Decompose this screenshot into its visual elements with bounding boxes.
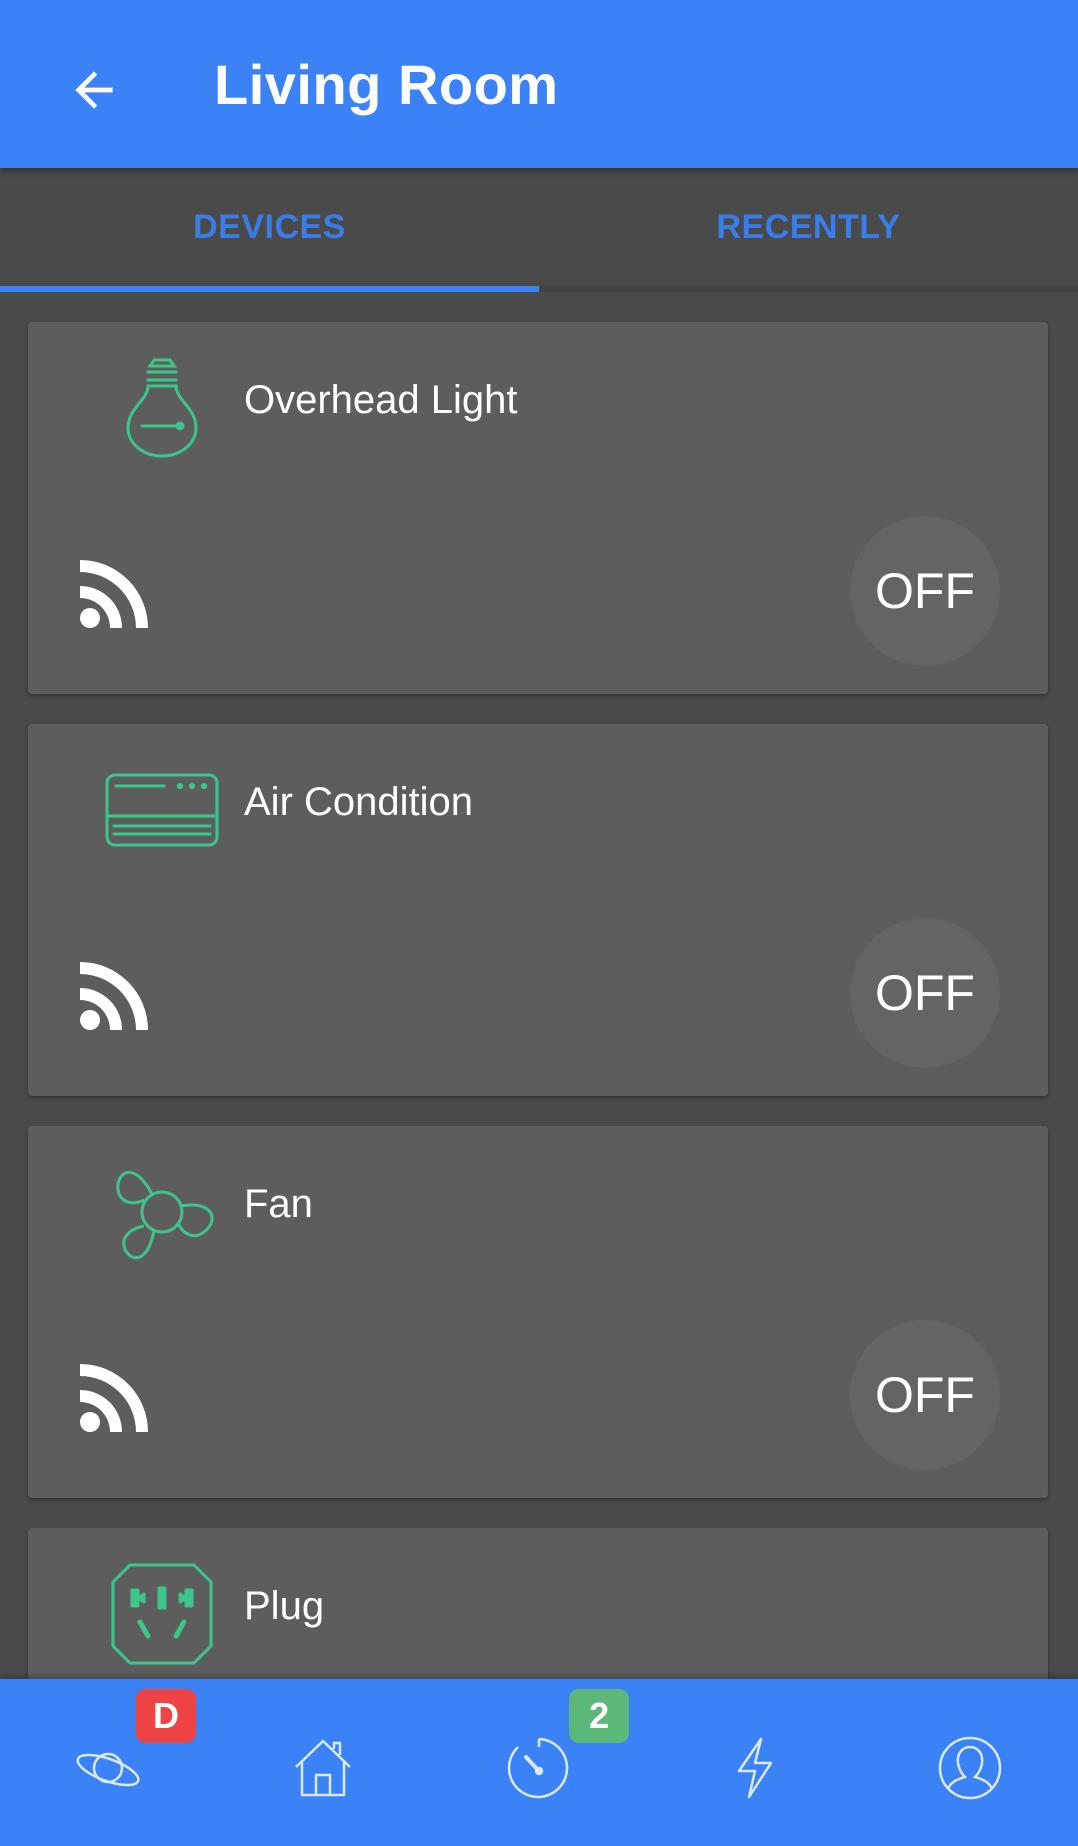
fan-icon (98, 1152, 226, 1272)
device-name: Plug (244, 1584, 325, 1628)
timer-icon (507, 1737, 569, 1798)
app-root: Living Room DEVICES RECENTLY Overhead Li… (0, 0, 1078, 1846)
tab-recently[interactable]: RECENTLY (539, 168, 1078, 286)
power-toggle-button[interactable]: OFF (850, 1320, 1000, 1470)
nav-timer[interactable]: 2 (431, 1679, 647, 1846)
notification-badge: 2 (569, 1689, 630, 1743)
device-name: Fan (244, 1182, 313, 1226)
device-card-air-condition[interactable]: Air Condition OFF (28, 724, 1048, 1096)
tab-devices[interactable]: DEVICES (0, 168, 539, 292)
air-conditioner-icon (98, 750, 226, 870)
back-button[interactable] (58, 54, 130, 126)
device-list: Overhead Light OFF Air Condition OFF Fan… (0, 292, 1078, 1679)
profile-icon (938, 1736, 1002, 1799)
device-card-fan[interactable]: Fan OFF (28, 1126, 1048, 1498)
wifi-signal-icon (80, 962, 148, 1030)
plug-icon (98, 1554, 226, 1674)
home-icon (295, 1739, 352, 1796)
device-name: Overhead Light (244, 378, 518, 422)
page-title: Living Room (214, 53, 559, 116)
device-name: Air Condition (244, 780, 474, 824)
planet-icon (76, 1752, 140, 1786)
lightning-icon (737, 1737, 772, 1798)
nav-profile[interactable] (862, 1679, 1078, 1846)
nav-explore[interactable]: D (0, 1679, 216, 1846)
device-card-overhead-light[interactable]: Overhead Light OFF (28, 322, 1048, 694)
nav-home[interactable] (216, 1679, 432, 1846)
back-arrow-icon (75, 71, 113, 109)
wifi-signal-icon (80, 560, 148, 628)
bottom-navigation: D 2 (0, 1679, 1078, 1846)
tab-bar: DEVICES RECENTLY (0, 168, 1078, 292)
light-bulb-icon (98, 348, 226, 468)
nav-energy[interactable] (647, 1679, 863, 1846)
wifi-signal-icon (80, 1364, 148, 1432)
notification-badge: D (136, 1689, 196, 1743)
app-bar: Living Room (0, 0, 1078, 168)
device-card-plug[interactable]: Plug (28, 1528, 1048, 1679)
power-toggle-button[interactable]: OFF (850, 918, 1000, 1068)
power-toggle-button[interactable]: OFF (850, 516, 1000, 666)
